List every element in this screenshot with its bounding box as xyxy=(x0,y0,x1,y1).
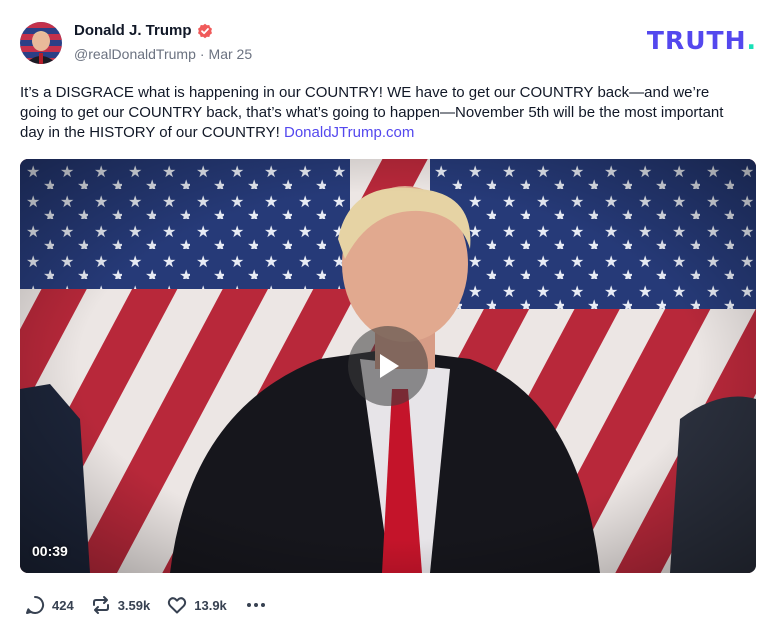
meta-separator: · xyxy=(199,46,205,62)
heart-icon xyxy=(168,597,187,614)
post-header: Donald J. Trump @realDonaldTrump · Mar 25 … xyxy=(20,20,757,66)
retruth-count: 3.59k xyxy=(117,597,151,613)
more-button[interactable] xyxy=(245,594,267,616)
truth-logo[interactable]: TRUTH. xyxy=(647,26,757,55)
logo-dot: . xyxy=(746,26,757,55)
post-meta: @realDonaldTrump · Mar 25 xyxy=(74,46,252,62)
post-body: It’s a DISGRACE what is happening in our… xyxy=(20,83,750,143)
avatar[interactable] xyxy=(20,22,62,64)
handle[interactable]: @realDonaldTrump xyxy=(74,46,196,62)
action-bar: 424 3.59k 13.9k xyxy=(24,594,267,616)
more-icon xyxy=(246,603,265,607)
verified-badge-icon xyxy=(197,23,213,39)
like-count: 13.9k xyxy=(194,597,227,613)
reply-icon xyxy=(26,595,45,615)
play-icon xyxy=(380,354,399,378)
retruth-button[interactable]: 3.59k xyxy=(90,594,151,616)
post-link[interactable]: DonaldJTrump.com xyxy=(284,124,414,141)
reply-button[interactable]: 424 xyxy=(24,594,74,616)
retruth-icon xyxy=(92,596,109,614)
like-button[interactable]: 13.9k xyxy=(166,594,227,616)
reply-count: 424 xyxy=(52,597,74,613)
display-name[interactable]: Donald J. Trump xyxy=(74,22,192,39)
post-date[interactable]: Mar 25 xyxy=(209,46,253,62)
video-duration: 00:39 xyxy=(32,543,68,559)
play-button[interactable] xyxy=(348,326,428,406)
video-player[interactable]: ★ ★ 00:39 xyxy=(20,159,756,573)
logo-text: TRUTH xyxy=(646,26,747,55)
